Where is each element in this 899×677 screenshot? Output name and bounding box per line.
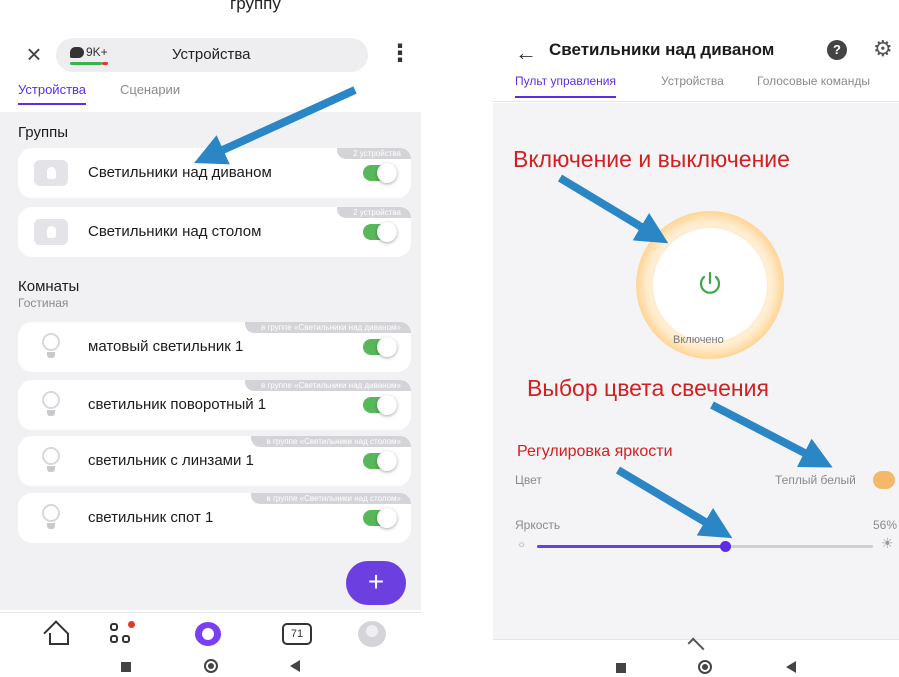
group-toggle[interactable] [363, 222, 397, 242]
calendar-day: 71 [282, 623, 312, 645]
notification-count: 9K+ [86, 45, 108, 59]
device-toggle[interactable] [363, 395, 397, 415]
annotation-power: Включение и выключение [513, 146, 790, 172]
color-swatch[interactable] [873, 471, 895, 489]
bulb-icon [40, 333, 62, 361]
bulb-icon [40, 504, 62, 532]
annotation-brightness: Регулировка яркости [517, 443, 673, 460]
toggle-knob [377, 163, 397, 183]
device-toggle[interactable] [363, 451, 397, 471]
group-lamp-icon [34, 160, 68, 186]
badge-progress-bar-alert [102, 62, 108, 65]
toggle-knob [377, 451, 397, 471]
color-label: Цвет [515, 473, 542, 487]
group-toggle[interactable] [363, 163, 397, 183]
calendar-icon[interactable]: 71 [282, 621, 312, 647]
title-pill: 9K+ Устройства [56, 38, 368, 72]
home-icon[interactable] [43, 620, 74, 647]
bottom-sheet-handle[interactable] [493, 637, 899, 655]
page-title: Светильники над диваном [549, 40, 775, 59]
color-value[interactable]: Теплый белый [775, 473, 856, 487]
sun-min-icon: ☼ [517, 539, 527, 550]
kebab-menu-icon[interactable]: ⋮ [388, 40, 412, 68]
avatar-icon[interactable] [358, 621, 388, 647]
caption-text: группу [230, 0, 281, 13]
device-name: матовый светильник 1 [88, 338, 244, 355]
group-name: Светильники над столом [88, 223, 262, 240]
bottom-nav: 71 [0, 612, 421, 654]
device-list: Группы 2 устройства Светильники над дива… [0, 112, 421, 610]
bulb-icon [40, 447, 62, 475]
device-group-tag: в группе «Светильники над столом» [250, 493, 411, 504]
power-icon [699, 271, 721, 294]
device-name: светильник с линзами 1 [88, 452, 254, 469]
badge-progress-bar [70, 62, 102, 65]
toggle-knob [377, 508, 397, 528]
gear-icon[interactable]: ⚙ [873, 36, 893, 62]
right-screen: ← Светильники над диваном ? ⚙ Пульт упра… [493, 0, 899, 677]
group-device-count: 2 устройства [337, 207, 411, 218]
toggle-knob [377, 222, 397, 242]
back-system-icon[interactable] [786, 661, 796, 673]
device-card[interactable]: в группе «Светильники над диваном» свети… [18, 380, 411, 430]
tab-bar: Пульт управления Устройства Голосовые ко… [493, 70, 899, 102]
annotation-color: Выбор цвета свечения [527, 375, 769, 401]
bulb-icon [40, 391, 62, 419]
add-device-button[interactable]: + [346, 561, 406, 605]
devices-grid-icon[interactable] [108, 621, 138, 647]
brightness-slider[interactable] [537, 541, 873, 552]
tab-devices[interactable]: Устройства [661, 74, 724, 88]
rooms-title: Комнаты [18, 278, 80, 295]
back-arrow-icon[interactable]: ← [515, 40, 537, 66]
device-card[interactable]: в группе «Светильники над столом» светил… [18, 436, 411, 486]
group-lamp-icon [34, 219, 68, 245]
back-system-icon[interactable] [290, 660, 300, 672]
chat-bubble-icon[interactable] [70, 47, 84, 58]
chevron-up-icon [687, 637, 705, 655]
close-icon[interactable]: × [22, 41, 46, 67]
brightness-slider-fill [537, 545, 726, 548]
system-nav [493, 655, 899, 677]
group-device-count: 2 устройства [337, 148, 411, 159]
brightness-slider-thumb[interactable] [720, 541, 732, 552]
device-card[interactable]: в группе «Светильники над диваном» матов… [18, 322, 411, 372]
system-nav [0, 654, 421, 677]
left-screen: группу × 9K+ Устройства ⋮ Устройства Сце… [0, 0, 421, 677]
group-card[interactable]: 2 устройства Светильники над столом [18, 207, 411, 257]
home-system-icon[interactable] [698, 660, 712, 674]
room-name[interactable]: Гостиная [18, 296, 68, 310]
tab-voice-commands[interactable]: Голосовые команды [757, 74, 870, 88]
control-panel: Включение и выключение Включено Выбор цв… [493, 103, 899, 639]
tab-remote-control[interactable]: Пульт управления [515, 74, 616, 98]
brightness-value: 56% [873, 518, 898, 532]
groups-title: Группы [18, 124, 68, 141]
power-button[interactable] [653, 228, 767, 342]
device-group-tag: в группе «Светильники над диваном» [244, 322, 411, 333]
group-name: Светильники над диваном [88, 164, 272, 181]
brightness-label: Яркость [515, 518, 561, 532]
recent-apps-icon[interactable] [121, 662, 131, 672]
notification-dot [128, 621, 135, 628]
device-card[interactable]: в группе «Светильники над столом» светил… [18, 493, 411, 543]
toggle-knob [377, 337, 397, 357]
device-toggle[interactable] [363, 337, 397, 357]
device-name: светильник поворотный 1 [88, 396, 267, 413]
tab-scenarios[interactable]: Сценарии [120, 82, 180, 97]
device-group-tag: в группе «Светильники над столом» [250, 436, 411, 447]
tab-devices[interactable]: Устройства [18, 82, 87, 105]
toggle-knob [377, 395, 397, 415]
help-icon[interactable]: ? [827, 40, 847, 60]
recent-apps-icon[interactable] [616, 663, 626, 673]
device-toggle[interactable] [363, 508, 397, 528]
power-status: Включено [673, 334, 724, 346]
left-header: группу × 9K+ Устройства ⋮ Устройства Сце… [0, 0, 421, 115]
page-title: Устройства [172, 46, 251, 63]
device-group-tag: в группе «Светильники над диваном» [244, 380, 411, 391]
sun-max-icon: ☀ [881, 535, 894, 551]
alice-icon[interactable] [192, 621, 222, 647]
group-card[interactable]: 2 устройства Светильники над диваном [18, 148, 411, 198]
home-system-icon[interactable] [204, 659, 218, 673]
device-name: светильник спот 1 [88, 509, 214, 526]
